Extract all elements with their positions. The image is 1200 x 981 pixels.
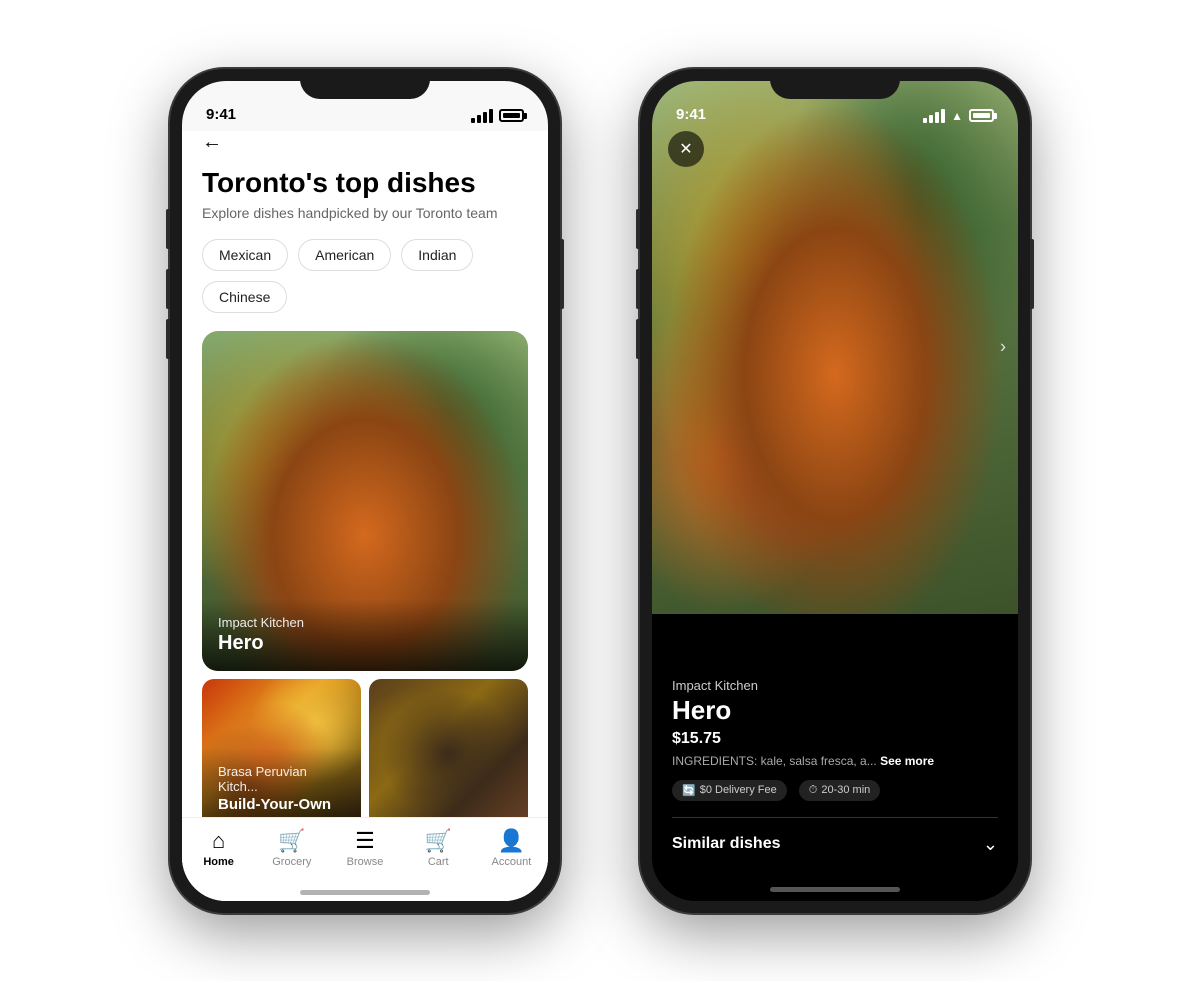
- filter-chips: Mexican American Indian Chinese: [202, 239, 528, 313]
- detail-price: $15.75: [672, 730, 998, 748]
- notch-left: [300, 69, 430, 99]
- status-time-right: 9:41: [676, 106, 706, 123]
- delivery-fee-badge: 🔄 $0 Delivery Fee: [672, 780, 787, 801]
- close-icon: ✕: [679, 139, 692, 159]
- nav-grocery-label: Grocery: [272, 856, 311, 868]
- battery-icon: [499, 109, 524, 122]
- signal-icon: [471, 109, 493, 123]
- bar3r: [935, 112, 939, 123]
- dish-name-brasa: Build-Your-Own: [218, 796, 345, 813]
- status-icons-right: ▲: [923, 109, 994, 123]
- right-screen-content: 9:41 ▲: [652, 81, 1018, 901]
- nav-account[interactable]: 👤 Account: [475, 830, 548, 868]
- chip-mexican[interactable]: Mexican: [202, 239, 288, 271]
- dish-card-brasa[interactable]: Brasa Peruvian Kitch... Build-Your-Own: [202, 679, 361, 829]
- similar-dishes-label: Similar dishes: [672, 835, 781, 853]
- battery-icon-right: [969, 109, 994, 122]
- chip-chinese[interactable]: Chinese: [202, 281, 287, 313]
- nav-cart[interactable]: 🛒 Cart: [402, 830, 475, 868]
- delivery-fee-text: $0 Delivery Fee: [700, 784, 777, 796]
- delivery-fee-icon: 🔄: [682, 784, 696, 797]
- status-icons-left: [471, 109, 524, 123]
- dish-restaurant-brasa: Brasa Peruvian Kitch...: [218, 764, 345, 794]
- dish-cards-row: Brasa Peruvian Kitch... Build-Your-Own: [202, 679, 528, 829]
- similar-dishes-row[interactable]: Similar dishes ⌄: [672, 817, 998, 871]
- detail-dish-name: Hero: [672, 695, 998, 726]
- nav-account-label: Account: [492, 856, 532, 868]
- detail-restaurant: Impact Kitchen: [672, 678, 998, 693]
- phone-left: 9:41 ← Toronto's top dishes Explore dish…: [170, 69, 560, 913]
- delivery-time-icon: ⏱: [809, 784, 818, 797]
- bar2: [477, 115, 481, 123]
- chip-indian[interactable]: Indian: [401, 239, 473, 271]
- detail-ingredients: INGREDIENTS: kale, salsa fresca, a... Se…: [672, 754, 998, 768]
- wifi-icon: ▲: [951, 109, 963, 123]
- next-arrow[interactable]: ›: [1000, 337, 1006, 358]
- home-bar-right: [770, 887, 900, 892]
- nav-browse-label: Browse: [347, 856, 384, 868]
- bar2r: [929, 115, 933, 123]
- nav-browse[interactable]: ☰ Browse: [328, 830, 401, 868]
- bar4r: [941, 109, 945, 123]
- see-more-link[interactable]: See more: [880, 754, 934, 768]
- nav-home[interactable]: ⌂ Home: [182, 830, 255, 868]
- home-indicator-left: [300, 890, 430, 895]
- battery-fill-right: [973, 113, 990, 118]
- page-title: Toronto's top dishes: [202, 166, 528, 200]
- dish-card-third[interactable]: [369, 679, 528, 829]
- bar4: [489, 109, 493, 123]
- bar1: [471, 118, 475, 123]
- chevron-down-icon: ⌄: [983, 834, 998, 855]
- ingredients-text: INGREDIENTS: kale, salsa fresca, a...: [672, 754, 877, 768]
- bar1r: [923, 118, 927, 123]
- dish-image-third: [369, 679, 528, 829]
- status-time-left: 9:41: [206, 106, 236, 123]
- left-screen-content: ← Toronto's top dishes Explore dishes ha…: [182, 131, 548, 901]
- food-bg-right: [652, 81, 1018, 614]
- browse-icon: ☰: [355, 830, 375, 852]
- battery-fill: [503, 113, 520, 118]
- grocery-icon: 🛒: [278, 830, 305, 852]
- next-arrow-icon: ›: [1000, 337, 1006, 357]
- dish-name-hero: Hero: [218, 632, 512, 655]
- delivery-time-text: 20-30 min: [821, 784, 870, 796]
- dish-detail-panel: Impact Kitchen Hero $15.75 INGREDIENTS: …: [652, 658, 1018, 901]
- dish-label-hero: Impact Kitchen Hero: [202, 599, 528, 671]
- bottom-nav: ⌂ Home 🛒 Grocery ☰ Browse 🛒 Cart 👤 Accou…: [182, 817, 548, 901]
- dish-card-hero[interactable]: Impact Kitchen Hero: [202, 331, 528, 671]
- nav-home-label: Home: [203, 856, 234, 868]
- signal-icon-right: [923, 109, 945, 123]
- page-subtitle: Explore dishes handpicked by our Toronto…: [202, 205, 528, 221]
- full-food-image: ✕ ›: [652, 81, 1018, 614]
- home-icon: ⌂: [212, 830, 225, 852]
- cart-icon: 🛒: [425, 830, 452, 852]
- nav-grocery[interactable]: 🛒 Grocery: [255, 830, 328, 868]
- close-button[interactable]: ✕: [668, 131, 704, 167]
- nav-cart-label: Cart: [428, 856, 449, 868]
- phone-right: 9:41 ▲: [640, 69, 1030, 913]
- delivery-time-badge: ⏱ 20-30 min: [799, 780, 881, 801]
- home-indicator-right: [672, 871, 998, 901]
- chip-american[interactable]: American: [298, 239, 391, 271]
- back-button[interactable]: ←: [202, 131, 528, 154]
- screen-right: 9:41 ▲: [652, 81, 1018, 901]
- account-icon: 👤: [498, 830, 525, 852]
- dish-restaurant-hero: Impact Kitchen: [218, 615, 512, 630]
- status-bar-right: 9:41 ▲: [652, 81, 1018, 131]
- bar3: [483, 112, 487, 123]
- detail-meta: 🔄 $0 Delivery Fee ⏱ 20-30 min: [672, 780, 998, 801]
- screen-left: 9:41 ← Toronto's top dishes Explore dish…: [182, 81, 548, 901]
